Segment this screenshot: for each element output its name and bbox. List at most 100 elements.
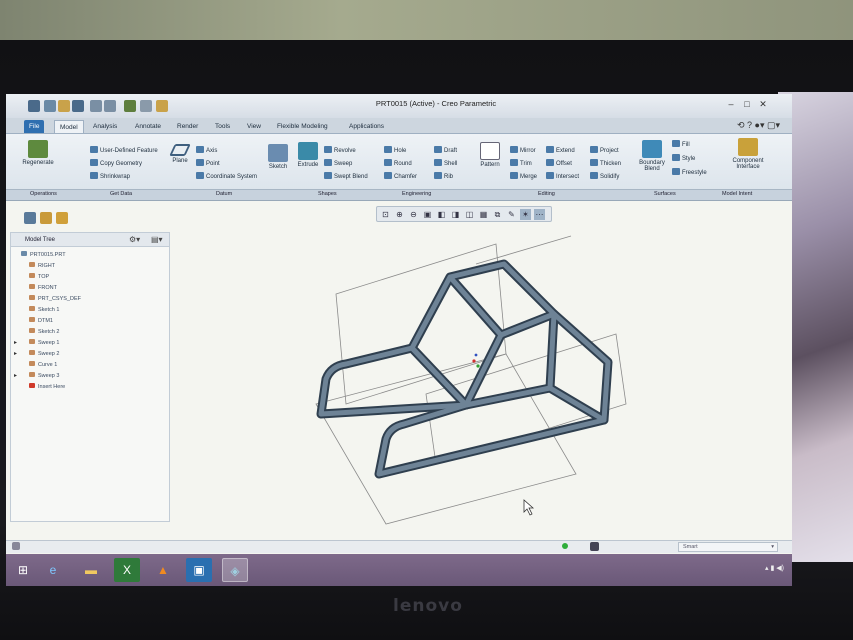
zoom-in-icon[interactable]: ⊕ — [394, 209, 405, 220]
pattern-button[interactable]: Pattern — [472, 142, 508, 168]
regenerate-button[interactable]: Regenerate — [20, 140, 56, 166]
tree-item[interactable]: PRT_CSYS_DEF — [11, 294, 169, 305]
tree-columns-icon[interactable]: ▤▾ — [151, 235, 163, 245]
user-defined-feature-button[interactable]: User-Defined Feature — [90, 146, 158, 155]
sweep-button[interactable]: Sweep — [324, 159, 352, 168]
display-style-icon[interactable]: ▦ — [478, 209, 489, 220]
more-display-icon[interactable]: ⋯ — [534, 209, 545, 220]
style-button[interactable]: Style — [672, 154, 695, 163]
selection-filter-dropdown[interactable]: Smart ▾ — [678, 542, 778, 552]
refit-icon[interactable]: ⊡ — [380, 209, 391, 220]
thicken-button[interactable]: Thicken — [590, 159, 621, 168]
expand-arrow-icon[interactable]: ▸ — [14, 338, 17, 349]
tree-item[interactable]: ▸ Sweep 3 — [11, 371, 169, 382]
shrinkwrap-button[interactable]: Shrinkwrap — [90, 172, 130, 181]
tab-render[interactable]: Render — [172, 120, 203, 133]
app-icon[interactable] — [28, 100, 40, 112]
repaint-icon[interactable]: ▣ — [422, 209, 433, 220]
tab-tools[interactable]: Tools — [210, 120, 235, 133]
group-get-data[interactable]: Get Data — [110, 191, 132, 197]
boundary-blend-button[interactable]: Boundary Blend — [632, 140, 672, 172]
model-tree-tab-icon[interactable] — [24, 212, 36, 224]
redo-icon[interactable] — [104, 100, 116, 112]
tree-item[interactable]: Curve 1 — [11, 360, 169, 371]
revolve-button[interactable]: Revolve — [324, 146, 356, 155]
system-tray[interactable]: ▴ ▮ ◀) — [765, 564, 784, 572]
point-button[interactable]: Point — [196, 159, 220, 168]
tree-item[interactable]: ▸ Sweep 2 — [11, 349, 169, 360]
draft-button[interactable]: Draft — [434, 146, 457, 155]
creo-taskbar-icon[interactable]: ◈ — [222, 558, 248, 582]
status-nav-icon[interactable] — [12, 542, 20, 550]
new-icon[interactable] — [44, 100, 56, 112]
round-button[interactable]: Round — [384, 159, 412, 168]
close-icon[interactable]: ✕ — [756, 98, 770, 110]
extend-button[interactable]: Extend — [546, 146, 575, 155]
tree-item[interactable]: DTM1 — [11, 316, 169, 327]
group-editing[interactable]: Editing — [538, 191, 555, 197]
component-interface-button[interactable]: Component Interface — [726, 138, 770, 170]
offset-button[interactable]: Offset — [546, 159, 572, 168]
view-manager-icon[interactable]: ◫ — [464, 209, 475, 220]
mirror-button[interactable]: Mirror — [510, 146, 536, 155]
group-shapes[interactable]: Shapes — [318, 191, 337, 197]
tab-model[interactable]: Model — [54, 120, 84, 133]
tab-analysis[interactable]: Analysis — [88, 120, 122, 133]
undo-icon[interactable] — [90, 100, 102, 112]
tree-settings-icon[interactable]: ⚙▾ — [129, 235, 140, 245]
fill-button[interactable]: Fill — [672, 140, 690, 149]
freestyle-button[interactable]: Freestyle — [672, 168, 707, 177]
tree-item[interactable]: RIGHT — [11, 261, 169, 272]
vlc-icon[interactable]: ▲ — [150, 558, 176, 582]
tab-view[interactable]: View — [242, 120, 266, 133]
swept-blend-button[interactable]: Swept Blend — [324, 172, 368, 181]
axis-button[interactable]: Axis — [196, 146, 217, 155]
group-datum[interactable]: Datum — [216, 191, 232, 197]
save-icon[interactable] — [72, 100, 84, 112]
hole-button[interactable]: Hole — [384, 146, 406, 155]
shell-button[interactable]: Shell — [434, 159, 457, 168]
tab-file[interactable]: File — [24, 120, 45, 133]
tab-flexible-modeling[interactable]: Flexible Modeling — [272, 120, 333, 133]
open-icon[interactable] — [58, 100, 70, 112]
minimize-icon[interactable]: – — [724, 98, 738, 110]
media-icon[interactable]: ▣ — [186, 558, 212, 582]
rib-button[interactable]: Rib — [434, 172, 453, 181]
close-window-icon[interactable] — [156, 100, 168, 112]
expand-arrow-icon[interactable]: ▸ — [14, 349, 17, 360]
merge-button[interactable]: Merge — [510, 172, 537, 181]
chamfer-button[interactable]: Chamfer — [384, 172, 417, 181]
ie-icon[interactable]: e — [40, 558, 66, 582]
tree-item[interactable]: ▸ Sweep 1 — [11, 338, 169, 349]
explorer-icon[interactable]: ▬ — [78, 558, 104, 582]
copy-geometry-button[interactable]: Copy Geometry — [90, 159, 142, 168]
trim-button[interactable]: Trim — [510, 159, 532, 168]
zoom-out-icon[interactable]: ⊖ — [408, 209, 419, 220]
window-icon[interactable] — [140, 100, 152, 112]
tree-item[interactable]: Insert Here — [11, 382, 169, 393]
start-icon[interactable]: ⊞ — [10, 558, 36, 582]
graphics-area[interactable] — [176, 224, 792, 534]
datum-display-icon[interactable]: ⧉ — [492, 209, 503, 220]
expand-arrow-icon[interactable]: ▸ — [14, 371, 17, 382]
tab-applications[interactable]: Applications — [344, 120, 389, 133]
spin-center-icon[interactable]: ✶ — [520, 209, 531, 220]
tree-item[interactable]: FRONT — [11, 283, 169, 294]
intersect-button[interactable]: Intersect — [546, 172, 579, 181]
group-surfaces[interactable]: Surfaces — [654, 191, 676, 197]
group-engineering[interactable]: Engineering — [402, 191, 431, 197]
solidify-button[interactable]: Solidify — [590, 172, 619, 181]
csys-button[interactable]: Coordinate System — [196, 172, 257, 181]
folder-browser-tab-icon[interactable] — [40, 212, 52, 224]
plane-button[interactable]: Plane — [162, 144, 198, 164]
tree-item[interactable]: PRT0015.PRT — [11, 250, 169, 261]
favorites-tab-icon[interactable] — [56, 212, 68, 224]
help-icons[interactable]: ⟲ ? ●▾ ▢▾ — [737, 120, 780, 131]
extrude-button[interactable]: Extrude — [290, 142, 326, 168]
tree-item[interactable]: Sketch 2 — [11, 327, 169, 338]
excel-icon[interactable]: X — [114, 558, 140, 582]
group-operations[interactable]: Operations — [30, 191, 57, 197]
tab-annotate[interactable]: Annotate — [130, 120, 166, 133]
group-model-intent[interactable]: Model Intent — [722, 191, 752, 197]
maximize-icon[interactable]: □ — [740, 98, 754, 110]
